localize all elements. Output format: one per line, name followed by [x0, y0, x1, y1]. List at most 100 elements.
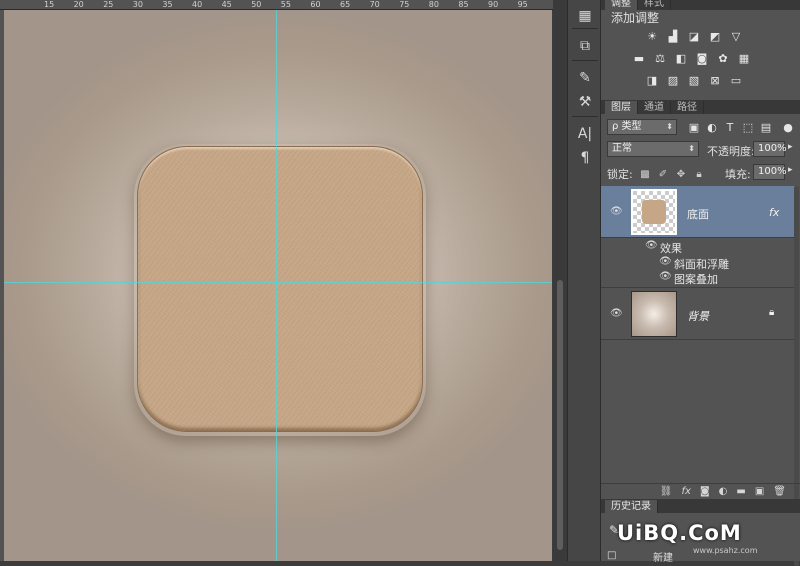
- layer-name[interactable]: 底面: [687, 206, 709, 222]
- blend-mode-select[interactable]: 正常 ⬍: [607, 141, 699, 157]
- layer-thumbnail: [631, 291, 677, 337]
- ruler-tick-label: 70: [369, 0, 380, 9]
- scroll-thumb[interactable]: [557, 280, 563, 550]
- opacity-dropdown-icon[interactable]: ▸: [788, 142, 793, 152]
- lock-position-icon[interactable]: ✥: [675, 168, 687, 180]
- divider: [572, 60, 598, 61]
- watermark-url: www.psahz.com: [693, 546, 758, 555]
- hue-saturation-icon[interactable]: ▬: [632, 52, 646, 65]
- ruler-tick-label: 80: [428, 0, 439, 9]
- invert-icon[interactable]: ◨: [645, 74, 659, 87]
- lock-transparent-icon[interactable]: ▩: [639, 168, 651, 180]
- watermark-logo: UiBQ.CoM: [617, 521, 742, 545]
- ruler-tick-label: 15: [44, 0, 55, 9]
- new-layer-icon[interactable]: ▣: [755, 486, 764, 497]
- exposure-icon[interactable]: ◩: [708, 30, 722, 43]
- opacity-value: 100%: [758, 143, 787, 154]
- black-white-icon[interactable]: ◧: [674, 52, 688, 65]
- lock-all-icon[interactable]: 🔒︎: [693, 168, 705, 180]
- layers-footer-toolbar: ⛓ fx ◙ ◐ ▬ ▣ 🗑︎: [601, 483, 800, 499]
- opacity-input[interactable]: 100%: [753, 141, 787, 157]
- rounded-square-tile[interactable]: [137, 146, 423, 432]
- fill-value: 100%: [758, 166, 787, 177]
- visibility-eye-icon[interactable]: 👁︎: [645, 240, 658, 251]
- pixel-filter-icon[interactable]: ▣: [687, 120, 701, 134]
- ruler-tick-label: 90: [488, 0, 499, 9]
- vibrance-icon[interactable]: ▽: [729, 30, 743, 43]
- ruler-tick-label: 50: [251, 0, 262, 9]
- fx-icon[interactable]: fx: [769, 206, 779, 219]
- ruler-tick-label: 30: [132, 0, 143, 9]
- divider: [572, 116, 598, 117]
- filter-prefix: ρ: [612, 121, 619, 132]
- channel-mixer-icon[interactable]: ✿: [716, 52, 730, 65]
- gradient-map-icon[interactable]: ▭: [729, 74, 743, 87]
- adjustments-title: 添加调整: [611, 11, 660, 25]
- type-filter-icon[interactable]: T: [723, 120, 737, 134]
- filter-toggle-icon[interactable]: ●: [781, 120, 795, 134]
- layer-name[interactable]: 背景: [687, 308, 709, 324]
- history-snapshot-icon[interactable]: □: [607, 550, 616, 561]
- document-canvas[interactable]: [4, 10, 552, 561]
- brightness-icon[interactable]: ☀: [645, 30, 659, 43]
- layer-filter-select[interactable]: ρ 类型 ⬍: [607, 119, 677, 135]
- visibility-eye-icon[interactable]: 👁︎: [610, 308, 623, 319]
- effects-label[interactable]: 效果: [660, 240, 682, 256]
- add-mask-icon[interactable]: ◙: [700, 486, 710, 497]
- effect-pattern-overlay[interactable]: 图案叠加: [674, 271, 718, 287]
- link-layers-icon[interactable]: ⛓: [660, 486, 673, 497]
- brush-settings-icon[interactable]: ⚒: [574, 92, 596, 112]
- fill-input[interactable]: 100%: [753, 164, 787, 180]
- vertical-guide[interactable]: [276, 10, 277, 561]
- canvas-scrollbar[interactable]: [553, 0, 567, 561]
- color-lookup-icon[interactable]: ▦: [737, 52, 751, 65]
- history-panel: 历史记录 ✎ UiBQ.CoM www.psahz.com □ 新建: [601, 499, 800, 564]
- history-item-new[interactable]: 新建: [653, 549, 673, 564]
- fill-dropdown-icon[interactable]: ▸: [788, 165, 793, 175]
- character-icon[interactable]: A|: [574, 124, 596, 144]
- visibility-eye-icon[interactable]: 👁︎: [610, 206, 623, 217]
- visibility-eye-icon[interactable]: 👁︎: [659, 256, 672, 267]
- transform-icon[interactable]: ⧉: [574, 36, 596, 56]
- horizontal-guide[interactable]: [4, 282, 552, 283]
- visibility-eye-icon[interactable]: 👁︎: [659, 271, 672, 282]
- ruler-tick-label: 75: [399, 0, 410, 9]
- filter-kind: 类型: [621, 121, 642, 132]
- delete-layer-icon[interactable]: 🗑︎: [773, 486, 786, 497]
- blend-mode-value: 正常: [612, 143, 632, 154]
- smart-object-filter-icon[interactable]: ▤: [759, 120, 773, 134]
- ruler-tick-label: 65: [340, 0, 351, 9]
- photo-filter-icon[interactable]: ◙: [695, 52, 709, 65]
- lock-label: 锁定:: [607, 168, 633, 181]
- thumbnail-shape: [642, 200, 666, 224]
- adjustment-filter-icon[interactable]: ◐: [705, 120, 719, 134]
- selective-color-icon[interactable]: ⊠: [708, 74, 722, 87]
- add-style-icon[interactable]: fx: [682, 486, 691, 497]
- new-group-icon[interactable]: ▬: [736, 486, 745, 497]
- ruler-tick-label: 35: [162, 0, 173, 9]
- color-balance-icon[interactable]: ⚖: [653, 52, 667, 65]
- tab-history[interactable]: 历史记录: [605, 500, 658, 513]
- ruler-tick-label: 60: [310, 0, 321, 9]
- paragraph-icon[interactable]: ¶: [574, 148, 596, 168]
- threshold-icon[interactable]: ▧: [687, 74, 701, 87]
- layer-row-dimian[interactable]: 👁︎ 底面 fx: [601, 186, 798, 238]
- layer-thumbnail: [631, 189, 677, 235]
- curves-icon[interactable]: ◪: [687, 30, 701, 43]
- layer-row-background[interactable]: 👁︎ 背景 🔒︎: [601, 288, 798, 340]
- new-adjustment-icon[interactable]: ◐: [719, 486, 728, 497]
- tab-layers[interactable]: 图层: [605, 101, 638, 114]
- ruler-tick-label: 25: [103, 0, 114, 9]
- panel-icon-strip: ▦ ⧉ ✎ ⚒ A| ¶: [567, 0, 601, 561]
- history-brush-icon[interactable]: ▦: [574, 6, 596, 26]
- layer-effects-group: 👁︎ 效果 👁︎ 斜面和浮雕 👁︎ 图案叠加: [601, 238, 798, 288]
- right-panels: 调整 样式 添加调整 ☀ ▟ ◪ ◩ ▽ ▬ ⚖ ◧ ◙ ✿ ▦ ◨ ▨ ▧ ⊠…: [601, 0, 800, 566]
- tab-channels[interactable]: 通道: [638, 101, 671, 114]
- levels-icon[interactable]: ▟: [666, 30, 680, 43]
- brush-icon[interactable]: ✎: [574, 68, 596, 88]
- effect-bevel-emboss[interactable]: 斜面和浮雕: [674, 256, 729, 272]
- posterize-icon[interactable]: ▨: [666, 74, 680, 87]
- lock-image-icon[interactable]: ✐: [657, 168, 669, 180]
- shape-filter-icon[interactable]: ⬚: [741, 120, 755, 134]
- tab-paths[interactable]: 路径: [671, 101, 704, 114]
